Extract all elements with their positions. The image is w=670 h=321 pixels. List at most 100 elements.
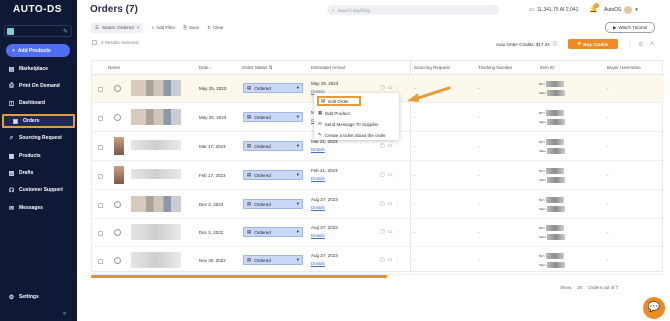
details-link[interactable]: Details <box>311 260 338 268</box>
product-title-image[interactable] <box>131 140 181 150</box>
more-icon[interactable]: ⋮ <box>395 201 400 207</box>
column-date[interactable]: Date ↓ <box>199 65 212 70</box>
sidebar-item-orders[interactable]: ▣ Orders <box>2 114 75 128</box>
export-icon[interactable]: ⇱ <box>650 41 655 48</box>
details-link[interactable]: Details <box>311 204 338 212</box>
product-image[interactable] <box>131 109 181 125</box>
column-order-status[interactable]: Order Status ⇅ <box>242 65 273 71</box>
menu-item-edit-order[interactable]: ▤ Edit Order <box>317 96 361 106</box>
user-menu[interactable]: AutoDS ▾ <box>604 6 638 14</box>
sell-item-id[interactable] <box>547 234 566 241</box>
buy-item-id[interactable] <box>545 225 564 232</box>
sidebar-item-sourcing-request[interactable]: ⌕ Sourcing Request <box>0 131 77 145</box>
buy-item-id[interactable] <box>545 81 564 88</box>
order-status-select[interactable]: ▤ Ordered ▾ <box>243 83 303 93</box>
buy-item-id[interactable] <box>545 253 564 260</box>
row-checkbox[interactable] <box>98 203 103 208</box>
clear-filter-button[interactable]: ↻ Clear <box>207 25 224 31</box>
row-checkbox[interactable] <box>98 145 103 150</box>
buy-item-id[interactable] <box>545 197 564 204</box>
details-link[interactable]: Details <box>311 146 338 154</box>
row-checkbox[interactable] <box>98 231 103 236</box>
note-icon[interactable]: ▢ <box>380 201 385 207</box>
product-image[interactable] <box>131 224 181 240</box>
credits-display[interactable]: ▭ 11,341.75 AI 2,041 <box>529 7 578 13</box>
chat-icon[interactable]: 💬 <box>643 297 665 319</box>
save-filter-button[interactable]: ⎘ Save <box>183 25 199 30</box>
status-filter-chip[interactable]: ☰ Status: Ordered × <box>91 22 144 33</box>
table-row[interactable]: Nov 30, 2022 ▤ Ordered ▾ Aug 27, 2023 Details… <box>92 247 664 275</box>
row-checkbox[interactable] <box>98 174 103 179</box>
sell-item-id[interactable] <box>547 148 566 155</box>
add-filter-button[interactable]: ≡ Add Filter <box>151 25 175 30</box>
order-status-select[interactable]: ▤ Ordered ▾ <box>243 199 303 209</box>
buy-item-id[interactable] <box>545 168 564 175</box>
product-title-image[interactable] <box>131 169 181 179</box>
sell-item-id[interactable] <box>547 262 566 269</box>
product-image[interactable] <box>131 196 181 212</box>
more-icon[interactable]: ⋮ <box>395 85 400 91</box>
more-icon[interactable]: ⋮ <box>627 41 633 48</box>
product-image[interactable] <box>131 252 181 268</box>
note-icon[interactable]: ▢ <box>380 143 385 149</box>
order-status-select[interactable]: ▤ Ordered ▾ <box>243 255 303 265</box>
sidebar-item-customer-support[interactable]: ☊ Customer Support <box>0 183 77 197</box>
details-link[interactable]: Details <box>311 232 338 240</box>
chat-icon[interactable]: ▭ <box>388 172 393 178</box>
menu-item-create-ticket[interactable]: ✎ Create a ticket about the order <box>318 132 386 138</box>
sell-item-id[interactable] <box>547 177 566 184</box>
note-icon[interactable]: ▢ <box>380 85 385 91</box>
chat-icon[interactable]: ▭ <box>388 257 393 263</box>
buy-item-id[interactable] <box>545 110 564 117</box>
order-status-select[interactable]: ▤ Ordered ▾ <box>243 112 303 122</box>
more-icon[interactable]: ⋮ <box>395 229 400 235</box>
menu-item-edit-product[interactable]: ▦ Edit Product <box>318 110 350 116</box>
horizontal-scrollbar[interactable] <box>91 275 387 278</box>
sidebar-item-products[interactable]: ▦ Products <box>0 149 77 163</box>
order-status-select[interactable]: ▤ Ordered ▾ <box>243 170 303 180</box>
menu-icon[interactable]: ≡ <box>58 7 62 13</box>
buy-item-id[interactable] <box>545 139 564 146</box>
store-selector[interactable]: ✎ <box>4 25 72 37</box>
note-icon[interactable]: ▢ <box>380 257 385 263</box>
buy-credits-button[interactable]: ✚ Buy Credits <box>568 39 618 49</box>
close-icon[interactable]: × <box>137 25 140 30</box>
row-checkbox[interactable] <box>98 116 103 121</box>
more-icon[interactable]: ⋮ <box>395 172 400 178</box>
sidebar-item-marketplace[interactable]: ▤ Marketplace <box>0 62 77 76</box>
table-row[interactable]: Feb 17, 2023 ▤ Ordered ▾ Feb 21, 2023 Details… <box>92 162 664 190</box>
sidebar-item-settings[interactable]: ⚙ Settings <box>0 290 77 304</box>
order-status-select[interactable]: ▤ Ordered ▾ <box>243 227 303 237</box>
collapse-sidebar-icon[interactable]: « <box>63 311 66 317</box>
details-link[interactable]: Details <box>311 175 338 183</box>
table-row[interactable]: Dec 2, 2022 ▤ Ordered ▾ Aug 27, 2023 Details ▢… <box>92 219 664 247</box>
sell-item-id[interactable] <box>547 206 566 213</box>
note-icon[interactable]: ▢ <box>380 172 385 178</box>
table-row[interactable]: Dec 2, 2022 ▤ Ordered ▾ Aug 27, 2023 Details ▢… <box>92 191 664 219</box>
note-icon[interactable]: ▢ <box>380 229 385 235</box>
more-icon[interactable]: ⋮ <box>395 257 400 263</box>
product-image[interactable] <box>114 166 124 184</box>
row-checkbox[interactable] <box>98 87 103 92</box>
menu-item-send-message[interactable]: ✉ Send Message To Supplier <box>318 121 378 127</box>
sell-item-id[interactable] <box>547 90 566 97</box>
chat-icon[interactable]: ▭ <box>388 201 393 207</box>
add-products-button[interactable]: + Add Products <box>6 44 70 57</box>
settings-icon[interactable]: ⚙ <box>638 41 643 48</box>
chat-icon[interactable]: ▭ <box>388 85 393 91</box>
product-image[interactable] <box>114 137 124 155</box>
sidebar-item-messages[interactable]: ✉ Messages <box>0 201 77 215</box>
row-checkbox[interactable] <box>98 259 103 264</box>
page-size-select[interactable]: 20 <box>577 285 582 290</box>
select-all-checkbox[interactable] <box>92 40 97 45</box>
sell-item-id[interactable] <box>547 119 566 126</box>
order-status-select[interactable]: ▤ Ordered ▾ <box>243 141 303 151</box>
product-image[interactable] <box>131 80 181 96</box>
search-input[interactable]: ⌕ Search anything <box>327 5 499 15</box>
watch-tutorial-button[interactable]: ▶ Watch Tutorial <box>605 22 655 33</box>
edit-icon[interactable]: ✎ <box>63 28 68 35</box>
more-icon[interactable]: ⋮ <box>395 143 400 149</box>
sidebar-item-print-on-demand[interactable]: ⎙ Print On Demand <box>0 79 77 93</box>
sidebar-item-dashboard[interactable]: ◫ Dashboard <box>0 96 77 110</box>
chat-icon[interactable]: ▭ <box>388 143 393 149</box>
